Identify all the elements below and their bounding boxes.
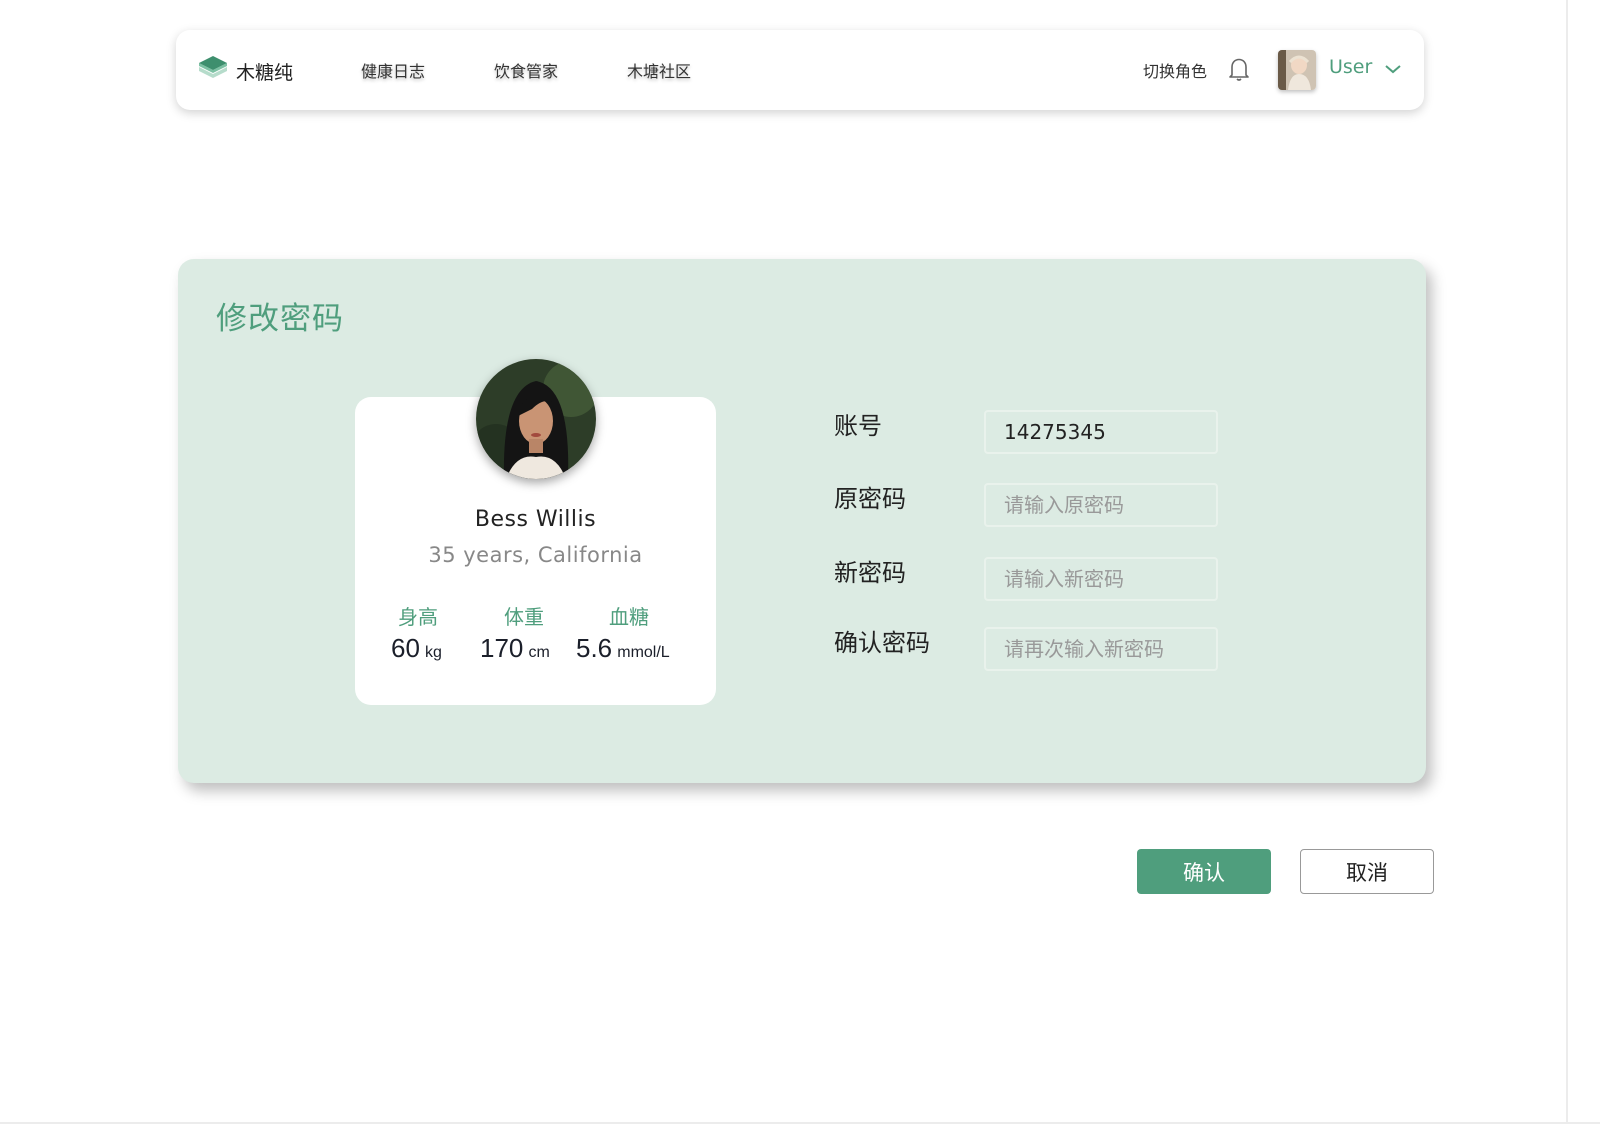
stat-value-height: 60 kg: [391, 633, 442, 664]
confirm-password-field[interactable]: [984, 627, 1218, 671]
layers-logo-icon: [198, 54, 228, 88]
old-password-label: 原密码: [834, 485, 906, 513]
chevron-down-icon[interactable]: [1384, 60, 1402, 79]
stat-number: 60: [391, 633, 420, 663]
confirm-button[interactable]: 确认: [1137, 849, 1271, 894]
stat-unit: cm: [528, 644, 550, 661]
new-password-label: 新密码: [834, 559, 906, 587]
profile-avatar: [476, 359, 596, 479]
brand-logo[interactable]: 木糖纯: [198, 54, 293, 88]
stat-unit: kg: [425, 644, 442, 661]
profile-card: Bess Willis 35 years, California 身高 体重 血…: [355, 359, 716, 705]
page-title: 修改密码: [216, 301, 344, 337]
stat-value-weight: 170 cm: [480, 633, 550, 664]
switch-role-link[interactable]: 切换角色: [1143, 58, 1207, 82]
brand-name: 木糖纯: [236, 61, 294, 84]
profile-name: Bess Willis: [474, 507, 597, 532]
stat-label-blood-sugar: 血糖: [609, 605, 649, 629]
nav-link-diet-manager[interactable]: 饮食管家: [494, 58, 558, 82]
account-label: 账号: [834, 412, 882, 440]
window-edge: [1566, 0, 1600, 1140]
user-avatar[interactable]: [1278, 50, 1316, 90]
new-password-field[interactable]: [984, 557, 1218, 601]
stat-number: 170: [480, 633, 524, 663]
change-password-panel: 修改密码 Bess Willis 35 years, California 身高…: [178, 259, 1426, 783]
profile-subtitle: 35 years, California: [428, 543, 643, 567]
nav-link-community[interactable]: 木塘社区: [627, 58, 691, 82]
window-edge: [0, 1122, 1600, 1140]
stat-label-height: 身高: [398, 605, 438, 629]
old-password-field[interactable]: [984, 483, 1218, 527]
stat-number: 5.6: [576, 633, 613, 663]
confirm-password-label: 确认密码: [834, 629, 930, 657]
nav-link-health-log[interactable]: 健康日志: [361, 58, 425, 82]
stat-unit: mmol/L: [617, 644, 670, 661]
bell-icon[interactable]: [1228, 56, 1250, 86]
stat-label-weight: 体重: [504, 605, 544, 629]
top-nav: 木糖纯 健康日志 饮食管家 木塘社区 切换角色 User: [176, 30, 1424, 110]
user-name[interactable]: User: [1329, 56, 1372, 78]
stat-value-blood-sugar: 5.6 mmol/L: [576, 633, 670, 664]
account-field[interactable]: [984, 410, 1218, 454]
cancel-button[interactable]: 取消: [1300, 849, 1434, 894]
